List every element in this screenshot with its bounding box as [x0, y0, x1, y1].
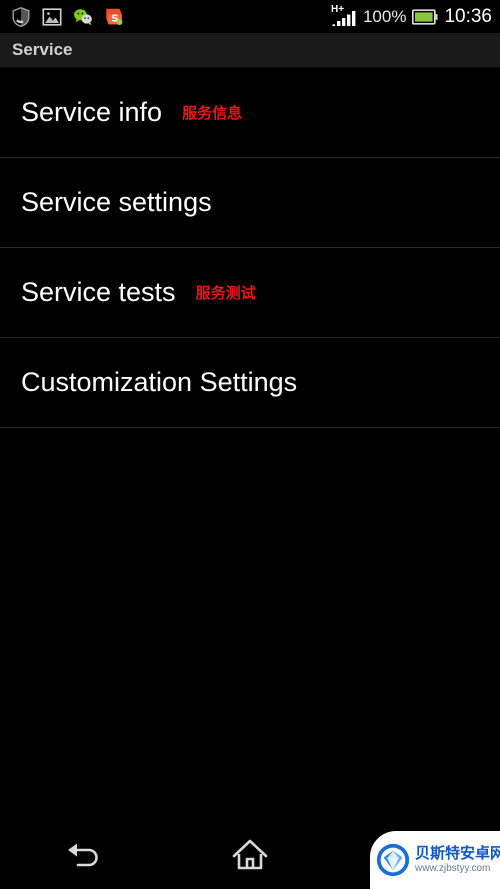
list-item-service-info[interactable]: Service info 服务信息 [0, 68, 500, 158]
phone-screen: S H+ 100% 10:36 Service Service info 服务信… [0, 0, 500, 889]
status-system-icons: H+ 100% 10:36 [330, 3, 492, 28]
security-shield-icon [12, 6, 30, 27]
signal-strength-icon: H+ [330, 3, 357, 28]
nav-back-button[interactable] [23, 820, 143, 889]
status-bar: S H+ 100% 10:36 [0, 0, 500, 33]
battery-percent-label: 100% [362, 7, 407, 26]
action-bar: Service [0, 33, 500, 68]
nav-home-button[interactable] [190, 820, 310, 889]
list-item-annotation: 服务测试 [195, 284, 256, 302]
network-type-label: H+ [330, 3, 345, 15]
list-item-annotation: 服务信息 [182, 104, 243, 122]
gallery-photo-icon [42, 7, 62, 26]
list-item-customization-settings[interactable]: Customization Settings [0, 338, 500, 428]
list-item-label: Customization Settings [21, 367, 298, 397]
watermark-texts: 贝斯特安卓网 www.zjbstyy.com [415, 843, 500, 874]
list-item-label: Service settings [21, 187, 212, 217]
back-icon [68, 843, 99, 866]
wechat-icon [74, 8, 92, 25]
home-icon [232, 839, 268, 869]
watermark-url: www.zjbstyy.com [415, 862, 491, 874]
list-item-service-tests[interactable]: Service tests 服务测试 [0, 248, 500, 338]
navigation-bar: 贝斯特安卓网 www.zjbstyy.com [0, 820, 500, 889]
battery-full-icon [412, 8, 438, 25]
sogou-input-icon: S [106, 8, 123, 25]
shell-diamond-logo [376, 843, 410, 877]
settings-list: Service info 服务信息 Service settings Servi… [0, 68, 500, 820]
list-item-label: Service tests [21, 277, 176, 307]
clock-label: 10:36 [444, 6, 492, 27]
list-item-label: Service info [21, 97, 163, 127]
list-item-service-settings[interactable]: Service settings [0, 158, 500, 248]
status-notification-icons: S [10, 6, 125, 28]
page-title: Service [12, 40, 73, 59]
site-watermark: 贝斯特安卓网 www.zjbstyy.com [370, 831, 500, 889]
watermark-title: 贝斯特安卓网 [415, 843, 500, 862]
